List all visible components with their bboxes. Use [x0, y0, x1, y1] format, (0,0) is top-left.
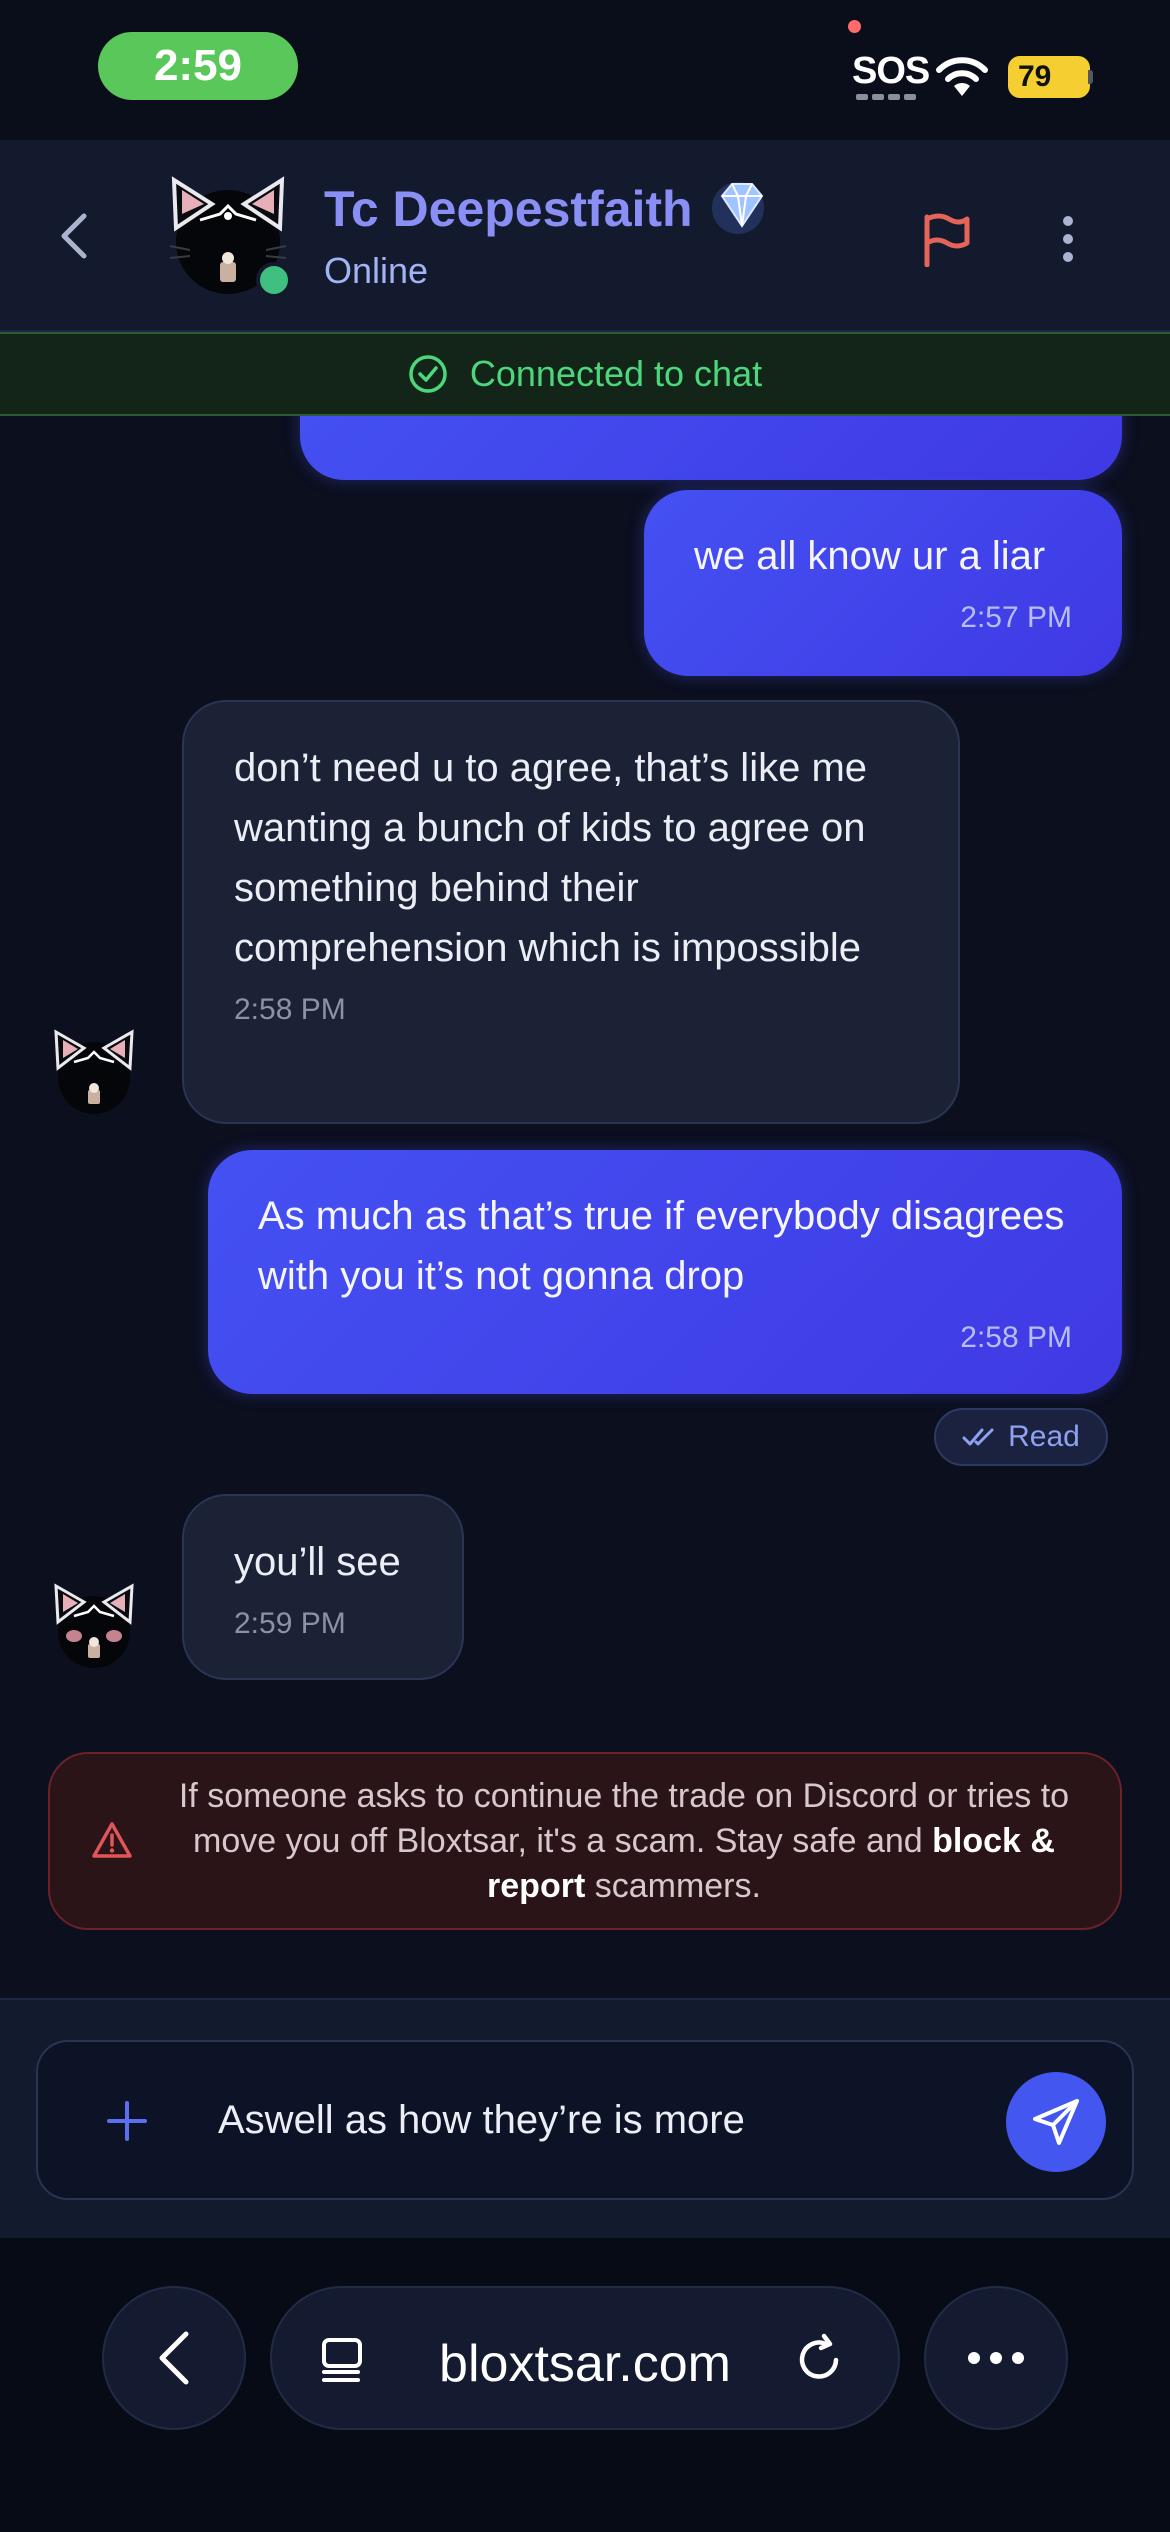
message-time: 2:58 PM: [960, 1321, 1072, 1354]
warning-text-after: scammers.: [585, 1866, 761, 1905]
scam-warning: If someone asks to continue the trade on…: [48, 1752, 1122, 1930]
dot: [968, 2352, 980, 2364]
chevron-left-icon: [61, 213, 87, 259]
online-status-dot: [256, 262, 292, 298]
read-receipt-label: Read: [1008, 1420, 1080, 1453]
message-time: 2:57 PM: [960, 601, 1072, 634]
read-receipt: Read: [934, 1408, 1108, 1466]
message-bubble-partial: [300, 416, 1122, 480]
double-check-icon: [962, 1428, 994, 1446]
connection-banner: Connected to chat: [0, 332, 1170, 416]
reload-icon[interactable]: [792, 2332, 848, 2388]
battery-indicator: 79: [1008, 56, 1090, 98]
chevron-left-icon: [159, 2331, 189, 2385]
battery-nub: [1088, 70, 1093, 84]
message-bubble-sent[interactable]: we all know ur a liar 2:57 PM: [644, 490, 1122, 676]
contact-name[interactable]: Tc Deepestfaith: [324, 180, 693, 238]
send-icon: [1033, 2099, 1079, 2145]
message-input[interactable]: [218, 2072, 1018, 2168]
diamond-icon: [712, 182, 764, 234]
message-text: we all know ur a liar: [694, 534, 1046, 578]
warning-triangle-icon: [92, 1822, 132, 1858]
battery-level: 79: [1018, 60, 1052, 93]
message-time: 2:58 PM: [234, 993, 346, 1026]
sos-indicator: SOS: [852, 50, 930, 92]
status-bar: 2:59 SOS 79: [0, 0, 1170, 140]
status-time: 2:59: [98, 32, 298, 100]
check-circle-icon: [409, 355, 447, 393]
message-bubble-received[interactable]: don’t need u to agree, that’s like me wa…: [182, 700, 960, 1124]
report-button[interactable]: [912, 204, 982, 274]
send-button[interactable]: [1006, 2072, 1106, 2172]
recording-indicator: [848, 20, 861, 33]
more-options-button[interactable]: [1040, 204, 1096, 274]
flag-icon: [924, 213, 970, 267]
signal-dots: [856, 94, 916, 100]
connection-text: Connected to chat: [469, 353, 763, 394]
browser-more-button[interactable]: [924, 2286, 1068, 2430]
browser-toolbar: bloxtsar.com: [0, 2238, 1170, 2532]
message-list[interactable]: we all know ur a liar 2:57 PM don’t need…: [0, 416, 1170, 1998]
scam-warning-text: If someone asks to continue the trade on…: [168, 1774, 1080, 1909]
more-vertical-icon: [1063, 216, 1073, 262]
back-button[interactable]: [46, 208, 102, 264]
dot: [1012, 2352, 1024, 2364]
message-bubble-received[interactable]: you’ll see 2:59 PM: [182, 1494, 464, 1680]
avatar[interactable]: [44, 1576, 144, 1676]
plus-icon: [107, 2101, 147, 2141]
avatar[interactable]: [44, 1022, 144, 1122]
dot: [990, 2352, 1002, 2364]
attach-button[interactable]: [92, 2086, 162, 2156]
contact-status: Online: [324, 250, 429, 291]
message-composer: [36, 2040, 1134, 2200]
message-text: As much as that’s true if everybody disa…: [258, 1194, 1065, 1298]
composer-area: [0, 1998, 1170, 2238]
message-time: 2:59 PM: [234, 1607, 346, 1640]
address-bar[interactable]: bloxtsar.com: [270, 2286, 900, 2430]
chat-header: Tc Deepestfaith Online: [0, 140, 1170, 332]
message-text: you’ll see: [234, 1540, 401, 1584]
message-text: don’t need u to agree, that’s like me wa…: [234, 746, 868, 970]
browser-back-button[interactable]: [102, 2286, 246, 2430]
wifi-icon: [936, 57, 988, 96]
message-bubble-sent[interactable]: As much as that’s true if everybody disa…: [208, 1150, 1122, 1394]
